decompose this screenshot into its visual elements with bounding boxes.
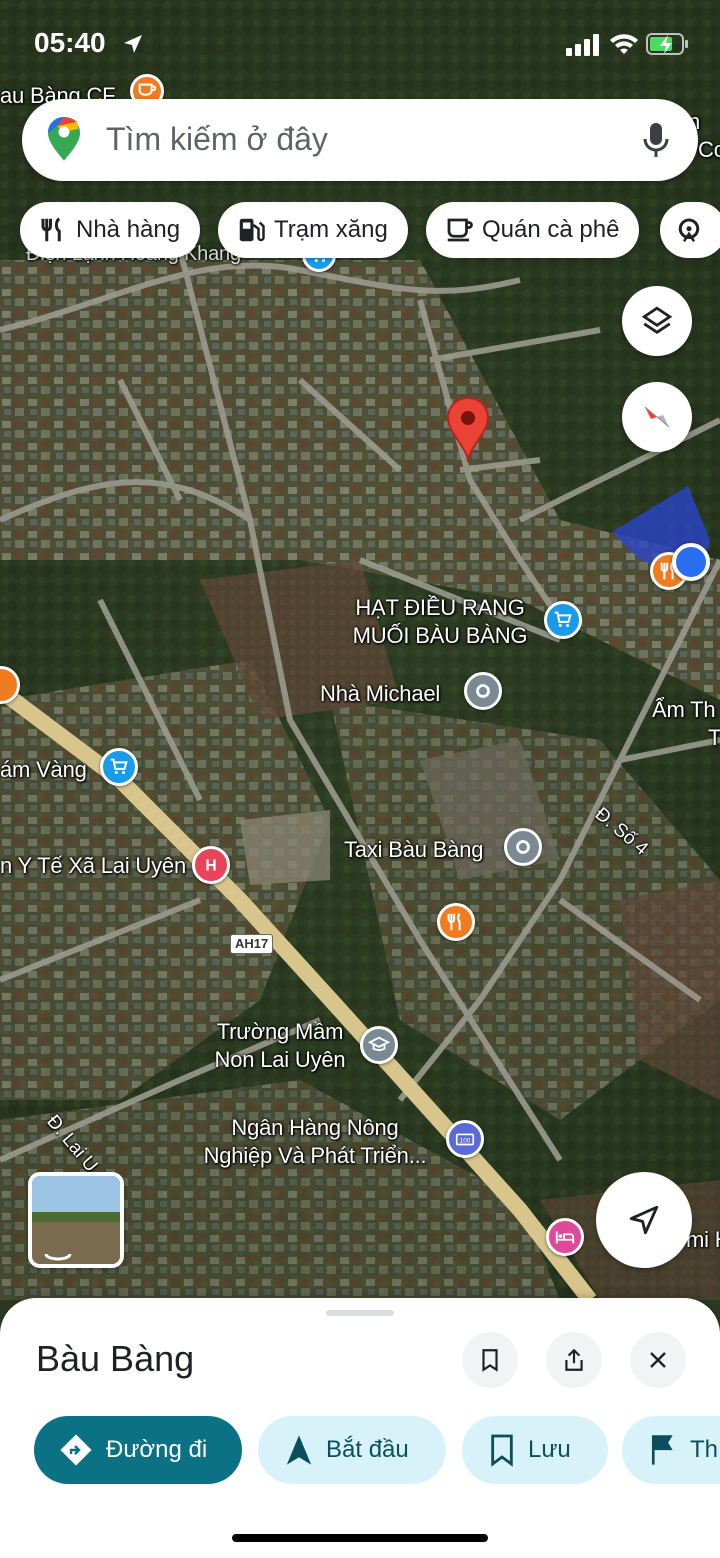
map-label: T	[708, 725, 720, 750]
place-label-line: MUỐI BÀU BÀNG	[352, 623, 528, 648]
place-pin-icon[interactable]	[464, 672, 502, 710]
microphone-icon[interactable]	[642, 121, 670, 159]
flag-action-button[interactable]: Th	[622, 1416, 720, 1484]
place-pin-icon[interactable]	[504, 828, 542, 866]
place-label-line: Trường Mầm	[216, 1019, 344, 1044]
shopping-cart-pin-icon[interactable]	[100, 748, 138, 786]
status-bar: 05:40	[0, 0, 720, 86]
map-view[interactable]: au Bàng CF Điện Lạnh Hoàng Khang ân Cc H…	[0, 0, 720, 1300]
place-label-line: Non Lai Uyên	[214, 1047, 346, 1072]
signal-icon	[566, 34, 599, 56]
restaurant-icon	[41, 217, 61, 242]
share-icon	[565, 1348, 583, 1371]
location-arrow-icon	[124, 35, 142, 53]
chip-gas-stations[interactable]: Trạm xăng	[218, 202, 408, 258]
map-label: Cc	[698, 137, 720, 162]
bookmark-icon	[482, 1349, 498, 1372]
navigation-icon	[286, 1435, 312, 1465]
bookmark-icon	[491, 1434, 513, 1467]
restaurant-pin-icon[interactable]	[437, 903, 475, 941]
place-label-taxi[interactable]: Taxi Bàu Bàng	[344, 836, 483, 864]
action-label: Th	[690, 1436, 719, 1463]
clock: 05:40	[34, 27, 106, 58]
chip-label: Quán cà phê	[482, 216, 620, 243]
place-label-nha-michael[interactable]: Nhà Michael	[320, 680, 440, 708]
school-pin-icon[interactable]	[360, 1026, 398, 1064]
chip-coffee[interactable]: Quán cà phê	[426, 202, 640, 258]
close-button[interactable]	[630, 1332, 686, 1388]
drag-handle[interactable]	[326, 1310, 394, 1316]
hospital-pin-icon[interactable]: H	[192, 846, 230, 884]
action-label: Bắt đầu	[326, 1436, 409, 1463]
place-label-ngan-hang[interactable]: Ngân Hàng Nông Nghiệp Và Phát Triển...	[190, 1114, 440, 1170]
my-location-button[interactable]	[596, 1172, 692, 1268]
place-label-truong[interactable]: Trường Mầm Non Lai Uyên	[200, 1018, 360, 1074]
place-label-y-te[interactable]: n Y Tế Xã Lai Uyên	[0, 852, 186, 880]
svg-text:100: 100	[460, 1138, 471, 1145]
place-title: Bàu Bàng	[36, 1338, 195, 1379]
street-view-thumbnail[interactable]	[28, 1172, 124, 1268]
share-button[interactable]	[546, 1332, 602, 1388]
hotel-pin-icon[interactable]	[546, 1218, 584, 1256]
bank-pin-icon[interactable]: 100	[446, 1120, 484, 1158]
place-label-line: Ngân Hàng Nông	[231, 1115, 399, 1140]
chip-attractions[interactable]	[660, 202, 720, 258]
satellite-imagery	[0, 0, 720, 1300]
place-label-hat-dieu[interactable]: HẠT ĐIỀU RANG MUỐI BÀU BÀNG	[340, 594, 540, 650]
attractions-icon	[678, 218, 700, 242]
current-location-dot	[672, 543, 710, 581]
svg-text:H: H	[205, 858, 216, 875]
layers-icon	[641, 306, 673, 335]
dropped-pin-icon[interactable]	[444, 396, 492, 471]
place-bottom-sheet[interactable]: Bàu Bàng Đường đi Bắt đầu Lưu Th	[0, 1298, 720, 1558]
coffee-icon	[447, 218, 473, 242]
google-maps-pin-icon	[48, 117, 80, 161]
save-action-button[interactable]: Lưu	[462, 1416, 608, 1484]
compass-button[interactable]	[622, 382, 692, 452]
search-bar[interactable]: Tìm kiếm ở đây	[22, 99, 698, 181]
search-input[interactable]: Tìm kiếm ở đây	[106, 121, 328, 158]
directions-icon	[60, 1434, 92, 1466]
action-label: Lưu	[528, 1436, 571, 1463]
directions-button[interactable]: Đường đi	[34, 1416, 242, 1484]
action-label: Đường đi	[106, 1436, 208, 1463]
save-button[interactable]	[462, 1332, 518, 1388]
place-label-line: Nghiệp Và Phát Triển...	[203, 1143, 427, 1168]
battery-charging-icon	[646, 33, 688, 55]
highway-shield: AH17	[230, 934, 274, 954]
place-label-am-vang[interactable]: ám Vàng	[0, 756, 87, 784]
chip-restaurants[interactable]: Nhà hàng	[20, 202, 201, 258]
chip-label: Nhà hàng	[76, 216, 181, 243]
shopping-cart-pin-icon[interactable]	[544, 601, 582, 639]
place-label-line: HẠT ĐIỀU RANG	[355, 595, 525, 620]
layers-button[interactable]	[622, 286, 692, 356]
start-button[interactable]: Bắt đầu	[258, 1416, 446, 1484]
wifi-icon	[610, 34, 638, 54]
gas-station-icon	[239, 218, 265, 242]
home-indicator	[232, 1534, 488, 1542]
chip-label: Trạm xăng	[274, 216, 388, 243]
flag-icon	[651, 1435, 673, 1465]
map-label: Ẩm Th	[652, 697, 716, 722]
map-label: mi H	[686, 1227, 720, 1252]
navigation-arrow-icon	[629, 1205, 659, 1235]
close-icon	[650, 1352, 666, 1368]
compass-icon	[644, 406, 670, 428]
